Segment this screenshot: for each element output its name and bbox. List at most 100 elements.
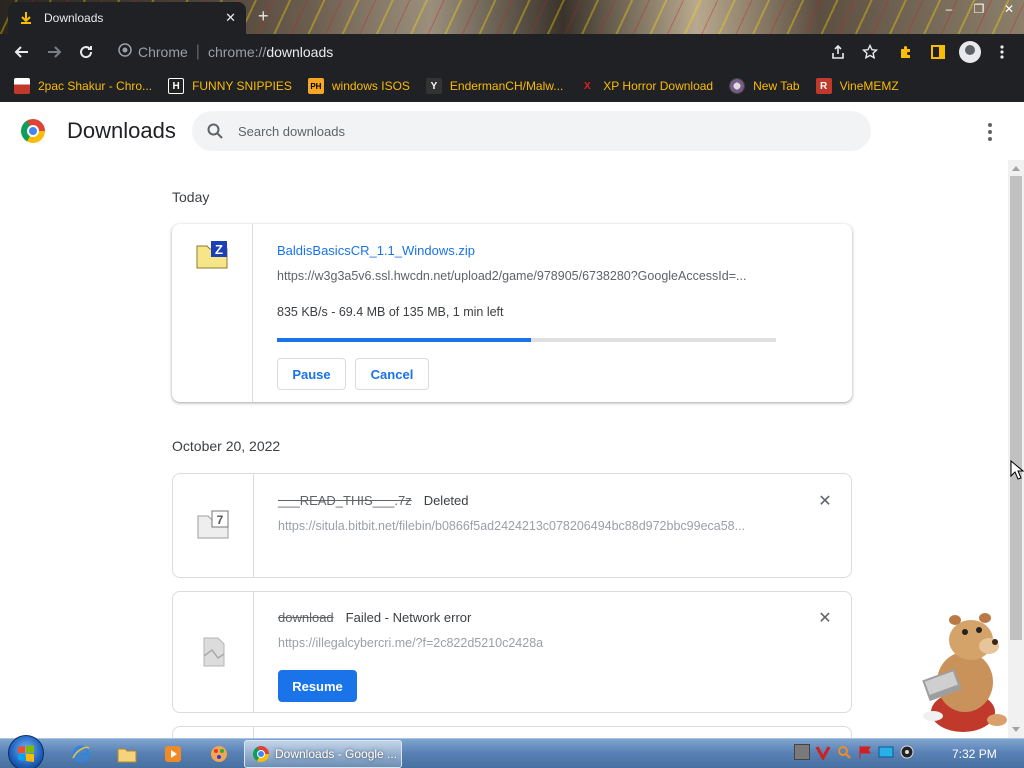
svg-text:Z: Z bbox=[215, 242, 223, 257]
paint-app-icon[interactable] bbox=[208, 743, 230, 765]
internet-explorer-icon[interactable] bbox=[70, 743, 92, 765]
tab-close-icon[interactable]: ✕ bbox=[225, 10, 236, 26]
download-source-url[interactable]: https://w3g3a5v6.ssl.hwcdn.net/upload2/g… bbox=[277, 269, 777, 283]
pause-button[interactable]: Pause bbox=[277, 358, 346, 390]
extensions-puzzle-icon[interactable] bbox=[890, 36, 922, 68]
tab-title: Downloads bbox=[44, 11, 104, 25]
start-button[interactable] bbox=[8, 735, 44, 768]
site-label: Chrome bbox=[138, 44, 188, 60]
bookmark-item[interactable]: X XP Horror Download bbox=[579, 78, 713, 94]
taskbar-chrome-window[interactable]: Downloads - Google ... bbox=[244, 740, 402, 768]
scrollbar-thumb[interactable] bbox=[1010, 176, 1022, 640]
download-source-url[interactable]: https://illegalcybercri.me/?f=2c822d5210… bbox=[278, 636, 778, 650]
reload-icon bbox=[80, 46, 93, 59]
7z-file-icon: 7 bbox=[197, 510, 229, 539]
chrome-logo-icon bbox=[21, 119, 45, 143]
zip-file-icon: Z bbox=[196, 241, 228, 269]
bookmark-r-icon: R bbox=[815, 78, 832, 94]
more-actions-icon[interactable] bbox=[978, 120, 1002, 144]
download-source-url[interactable]: https://situla.bitbit.net/filebin/b0866f… bbox=[278, 519, 778, 533]
omnibox-actions bbox=[822, 34, 886, 70]
download-filename: download bbox=[278, 610, 334, 625]
bookmark-label: VineMEMZ bbox=[839, 79, 899, 93]
system-tray bbox=[794, 744, 915, 762]
side-panel-icon[interactable] bbox=[922, 36, 954, 68]
toolbar-right-icons bbox=[890, 34, 1018, 70]
bookmark-x-icon: X bbox=[583, 80, 591, 92]
bookmark-ph-icon: PH bbox=[307, 78, 324, 94]
page-title: Downloads bbox=[67, 118, 176, 143]
search-input[interactable] bbox=[238, 123, 838, 139]
minimize-button[interactable]: – bbox=[934, 0, 964, 18]
browser-menu-icon[interactable] bbox=[986, 36, 1018, 68]
bookmark-label: 2pac Shakur - Chro... bbox=[38, 79, 153, 93]
omnibox-separator: | bbox=[195, 43, 200, 60]
bookmark-label: FUNNY SNIPPIES bbox=[192, 79, 292, 93]
hamster-mascot-image bbox=[922, 613, 1007, 732]
chrome-site-icon bbox=[118, 42, 132, 62]
download-progress-text: 835 KB/s - 69.4 MB of 135 MB, 1 min left bbox=[277, 305, 504, 319]
date-header-older: October 20, 2022 bbox=[172, 438, 281, 454]
downloads-list: Today Z BaldisBasicsCR_1.1_Windows.zip h… bbox=[0, 160, 1008, 738]
browser-toolbar: Chrome | chrome:// downloads bbox=[0, 34, 1024, 70]
maximize-button[interactable]: ❐ bbox=[964, 0, 994, 18]
reload-button[interactable] bbox=[70, 36, 102, 68]
address-bar[interactable]: Chrome | chrome:// downloads bbox=[108, 38, 892, 66]
chrome-taskbar-icon bbox=[253, 746, 269, 762]
tray-app-icon[interactable] bbox=[794, 744, 810, 760]
bookmarks-bar: 2pac Shakur - Chro... H FUNNY SNIPPIES PH wi… bbox=[0, 70, 1024, 102]
remove-icon[interactable]: ✕ bbox=[817, 610, 833, 627]
bookmark-2pac-icon bbox=[14, 78, 30, 94]
mouse-cursor-icon bbox=[1010, 460, 1024, 480]
download-filename-link[interactable]: BaldisBasicsCR_1.1_Windows.zip bbox=[277, 243, 475, 258]
bookmark-item[interactable]: R VineMEMZ bbox=[815, 78, 899, 94]
windows-taskbar: Downloads - Google ... 7:32 PM bbox=[0, 735, 1024, 768]
share-icon[interactable] bbox=[822, 44, 854, 60]
taskbar-window-label: Downloads - Google ... bbox=[275, 747, 398, 761]
forward-button[interactable] bbox=[38, 36, 70, 68]
back-button[interactable] bbox=[6, 36, 38, 68]
tray-search-icon[interactable] bbox=[836, 744, 852, 760]
tab-downloads[interactable]: Downloads ✕ bbox=[8, 2, 246, 34]
download-status: Failed - Network error bbox=[345, 610, 472, 625]
cancel-button[interactable]: Cancel bbox=[355, 358, 429, 390]
bookmark-label: New Tab bbox=[753, 79, 800, 93]
svg-text:7: 7 bbox=[217, 513, 224, 527]
tray-flag-icon[interactable] bbox=[857, 744, 873, 760]
download-status: Deleted bbox=[423, 493, 469, 508]
window-controls: – ❐ ✕ bbox=[934, 0, 1024, 18]
bookmark-newtab-icon bbox=[729, 78, 746, 94]
file-explorer-icon[interactable] bbox=[116, 743, 138, 765]
download-item-failed: download Failed - Network error https://… bbox=[172, 591, 852, 713]
bookmark-item[interactable]: H FUNNY SNIPPIES bbox=[168, 78, 292, 94]
date-header-today: Today bbox=[172, 189, 210, 205]
scroll-up-arrow-icon[interactable] bbox=[1012, 166, 1020, 171]
tray-antivirus-icon[interactable] bbox=[815, 744, 831, 762]
bookmark-star-icon[interactable] bbox=[854, 44, 886, 60]
bookmark-h-icon: H bbox=[168, 78, 185, 94]
bookmark-label: EndermanCH/Malw... bbox=[449, 79, 564, 93]
tab-strip: Downloads ✕ + – ❐ ✕ bbox=[0, 0, 1024, 34]
bookmark-item[interactable]: 2pac Shakur - Chro... bbox=[14, 78, 152, 94]
windows-logo-icon bbox=[18, 745, 34, 762]
download-filename: ___READ_THIS___.7z bbox=[278, 493, 412, 508]
tray-display-icon[interactable] bbox=[878, 744, 894, 760]
media-player-icon[interactable] bbox=[162, 743, 184, 765]
bookmark-label: windows ISOS bbox=[331, 79, 410, 93]
new-tab-button[interactable]: + bbox=[258, 6, 269, 27]
search-box[interactable] bbox=[192, 111, 871, 151]
bookmark-item[interactable]: Y EndermanCH/Malw... bbox=[425, 78, 564, 94]
downloads-header: Downloads bbox=[0, 102, 1024, 160]
close-window-button[interactable]: ✕ bbox=[994, 0, 1024, 18]
tray-volume-icon[interactable] bbox=[899, 744, 915, 760]
downloads-favicon-icon bbox=[18, 11, 34, 25]
bookmark-item[interactable]: New Tab bbox=[729, 78, 800, 94]
download-item-partial bbox=[172, 726, 852, 738]
download-item-deleted: 7 ___READ_THIS___.7z Deleted https://sit… bbox=[172, 473, 852, 578]
bookmark-item[interactable]: PH windows ISOS bbox=[307, 78, 410, 94]
resume-button[interactable]: Resume bbox=[278, 670, 357, 702]
back-arrow-icon bbox=[14, 46, 28, 58]
remove-icon[interactable]: ✕ bbox=[817, 493, 833, 510]
taskbar-clock[interactable]: 7:32 PM bbox=[952, 747, 997, 761]
profile-avatar-icon[interactable] bbox=[954, 36, 986, 68]
